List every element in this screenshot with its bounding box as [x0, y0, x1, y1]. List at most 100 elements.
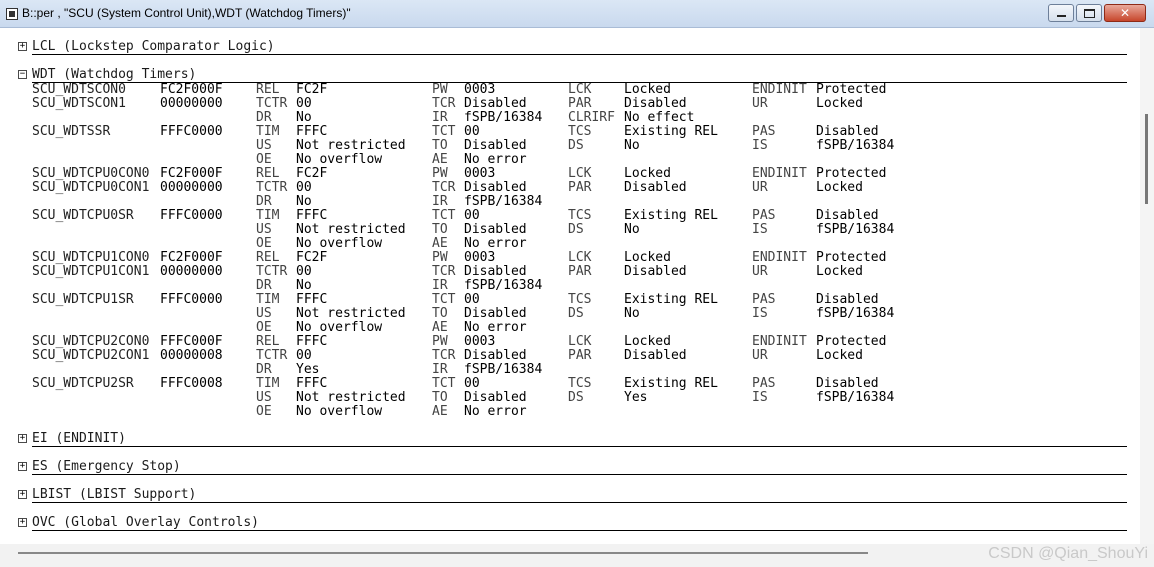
field-value[interactable]: fSPB/16384 — [816, 139, 894, 153]
field-value[interactable]: No — [624, 307, 640, 321]
field-value[interactable]: FC2F — [296, 83, 327, 97]
field-value[interactable]: Disabled — [624, 265, 687, 279]
field-value[interactable]: No overflow — [296, 321, 382, 335]
field-value[interactable]: Disabled — [464, 139, 527, 153]
field-value[interactable]: 00 — [296, 349, 312, 363]
field-value[interactable]: Protected — [816, 251, 886, 265]
field-value[interactable]: No error — [464, 321, 527, 335]
field-value[interactable]: Not restricted — [296, 307, 406, 321]
field-value[interactable]: Disabled — [624, 181, 687, 195]
field-value[interactable]: Disabled — [464, 391, 527, 405]
register-value[interactable]: 00000000 — [160, 181, 223, 195]
field-value[interactable]: Existing REL — [624, 293, 718, 307]
field-value[interactable]: Disabled — [464, 181, 527, 195]
field-value[interactable]: Disabled — [464, 97, 527, 111]
field-value[interactable]: FFFC — [296, 125, 327, 139]
close-button[interactable]: ✕ — [1104, 4, 1146, 22]
field-value[interactable]: Existing REL — [624, 125, 718, 139]
field-value[interactable]: Locked — [624, 251, 671, 265]
field-value[interactable]: No overflow — [296, 405, 382, 419]
field-value[interactable]: Protected — [816, 335, 886, 349]
register-value[interactable]: FFFC0008 — [160, 377, 223, 391]
section-ei-label[interactable]: EI (ENDINIT) — [32, 431, 126, 446]
field-value[interactable]: 00 — [464, 377, 480, 391]
register-value[interactable]: FFFC000F — [160, 335, 223, 349]
field-value[interactable]: Locked — [816, 97, 863, 111]
field-value[interactable]: 00 — [296, 97, 312, 111]
vertical-scrollbar[interactable] — [1140, 28, 1154, 544]
field-value[interactable]: Existing REL — [624, 209, 718, 223]
section-lcl-label[interactable]: LCL (Lockstep Comparator Logic) — [32, 39, 275, 54]
field-value[interactable]: Disabled — [464, 265, 527, 279]
minimize-button[interactable] — [1048, 4, 1074, 22]
field-value[interactable]: 00 — [464, 209, 480, 223]
register-value[interactable]: FFFC0000 — [160, 209, 223, 223]
field-value[interactable]: Not restricted — [296, 223, 406, 237]
field-value[interactable]: 00 — [464, 125, 480, 139]
field-value[interactable]: FC2F — [296, 251, 327, 265]
field-value[interactable]: Disabled — [816, 293, 879, 307]
field-value[interactable]: Disabled — [624, 349, 687, 363]
expand-ei-icon[interactable]: + — [18, 434, 27, 443]
expand-lcl-icon[interactable]: + — [18, 42, 27, 51]
field-value[interactable]: No effect — [624, 111, 694, 125]
field-value[interactable]: FFFC — [296, 293, 327, 307]
horizontal-scrollbar[interactable] — [0, 544, 1154, 567]
expand-lbist-icon[interactable]: + — [18, 490, 27, 499]
field-value[interactable]: No error — [464, 237, 527, 251]
register-value[interactable]: FFFC0000 — [160, 125, 223, 139]
field-value[interactable]: No — [296, 195, 312, 209]
field-value[interactable]: fSPB/16384 — [464, 111, 542, 125]
field-value[interactable]: fSPB/16384 — [816, 223, 894, 237]
field-value[interactable]: Protected — [816, 167, 886, 181]
field-value[interactable]: 0003 — [464, 83, 495, 97]
expand-ovc-icon[interactable]: + — [18, 518, 27, 527]
field-value[interactable]: No error — [464, 153, 527, 167]
field-value[interactable]: No overflow — [296, 237, 382, 251]
section-lbist-label[interactable]: LBIST (LBIST Support) — [32, 487, 196, 502]
field-value[interactable]: Yes — [624, 391, 647, 405]
field-value[interactable]: FC2F — [296, 167, 327, 181]
field-value[interactable]: No — [296, 279, 312, 293]
horizontal-scroll-thumb[interactable] — [18, 552, 868, 554]
field-value[interactable]: Disabled — [464, 307, 527, 321]
register-value[interactable]: 00000000 — [160, 265, 223, 279]
section-ovc-label[interactable]: OVC (Global Overlay Controls) — [32, 515, 259, 530]
field-value[interactable]: No — [624, 223, 640, 237]
field-value[interactable]: fSPB/16384 — [464, 195, 542, 209]
field-value[interactable]: Disabled — [816, 377, 879, 391]
field-value[interactable]: FFFC — [296, 335, 327, 349]
field-value[interactable]: fSPB/16384 — [816, 307, 894, 321]
maximize-button[interactable] — [1076, 4, 1102, 22]
window-title-bar[interactable]: B::per , "SCU (System Control Unit),WDT … — [0, 0, 1154, 28]
register-value[interactable]: FC2F000F — [160, 167, 223, 181]
register-value[interactable]: 00000000 — [160, 97, 223, 111]
section-wdt-label[interactable]: WDT (Watchdog Timers) — [32, 67, 196, 82]
expand-es-icon[interactable]: + — [18, 462, 27, 471]
section-es-label[interactable]: ES (Emergency Stop) — [32, 459, 181, 474]
field-value[interactable]: FFFC — [296, 209, 327, 223]
field-value[interactable]: Locked — [816, 349, 863, 363]
field-value[interactable]: Yes — [296, 363, 319, 377]
field-value[interactable]: Not restricted — [296, 139, 406, 153]
field-value[interactable]: Disabled — [816, 209, 879, 223]
field-value[interactable]: 0003 — [464, 167, 495, 181]
field-value[interactable]: Protected — [816, 83, 886, 97]
field-value[interactable]: 0003 — [464, 335, 495, 349]
field-value[interactable]: No error — [464, 405, 527, 419]
field-value[interactable]: fSPB/16384 — [464, 279, 542, 293]
field-value[interactable]: FFFC — [296, 377, 327, 391]
field-value[interactable]: Disabled — [464, 223, 527, 237]
field-value[interactable]: 00 — [296, 181, 312, 195]
field-value[interactable]: Not restricted — [296, 391, 406, 405]
field-value[interactable]: Locked — [816, 265, 863, 279]
field-value[interactable]: 00 — [296, 265, 312, 279]
field-value[interactable]: No — [296, 111, 312, 125]
field-value[interactable]: fSPB/16384 — [464, 363, 542, 377]
field-value[interactable]: 00 — [464, 293, 480, 307]
field-value[interactable]: 0003 — [464, 251, 495, 265]
field-value[interactable]: Disabled — [464, 349, 527, 363]
vertical-scroll-thumb[interactable] — [1145, 114, 1148, 204]
field-value[interactable]: fSPB/16384 — [816, 391, 894, 405]
collapse-wdt-icon[interactable]: − — [18, 70, 27, 79]
